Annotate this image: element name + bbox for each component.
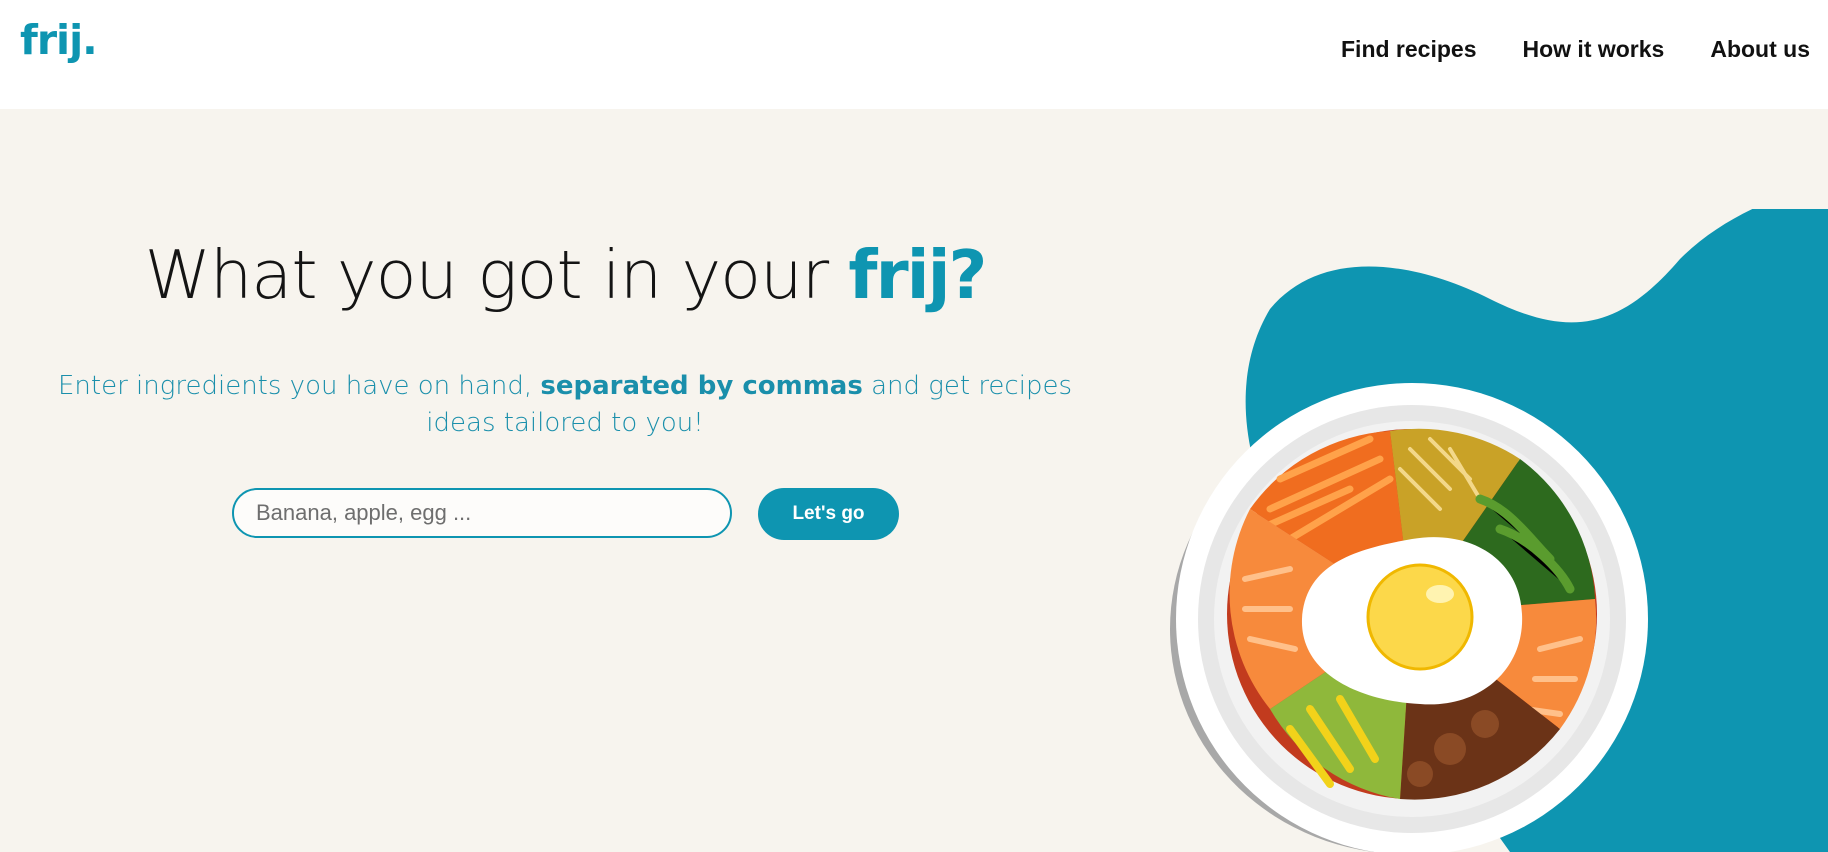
hero-subtitle: Enter ingredients you have on hand, sepa…: [30, 368, 1100, 442]
bibimbap-bowl-icon: [1170, 209, 1828, 852]
hero-section: What you got in your frij? Enter ingredi…: [0, 109, 1828, 852]
top-navigation-bar: frij. Find recipes How it works About us: [0, 0, 1828, 109]
subtitle-text-1: Enter ingredients you have on hand,: [58, 371, 541, 401]
nav-how-it-works[interactable]: How it works: [1522, 36, 1664, 63]
hero-title: What you got in your frij?: [60, 242, 1070, 309]
nav-about-us[interactable]: About us: [1710, 36, 1810, 63]
hero-title-brand: frij?: [848, 236, 987, 314]
lets-go-button[interactable]: Let's go: [758, 488, 899, 540]
main-nav: Find recipes How it works About us: [1341, 36, 1810, 63]
ingredients-search-input[interactable]: [232, 488, 732, 538]
hero-title-text: What you got in your: [144, 236, 849, 314]
subtitle-emphasis: separated by commas: [540, 371, 863, 401]
nav-find-recipes[interactable]: Find recipes: [1341, 36, 1476, 63]
frij-logo[interactable]: frij.: [20, 20, 98, 61]
